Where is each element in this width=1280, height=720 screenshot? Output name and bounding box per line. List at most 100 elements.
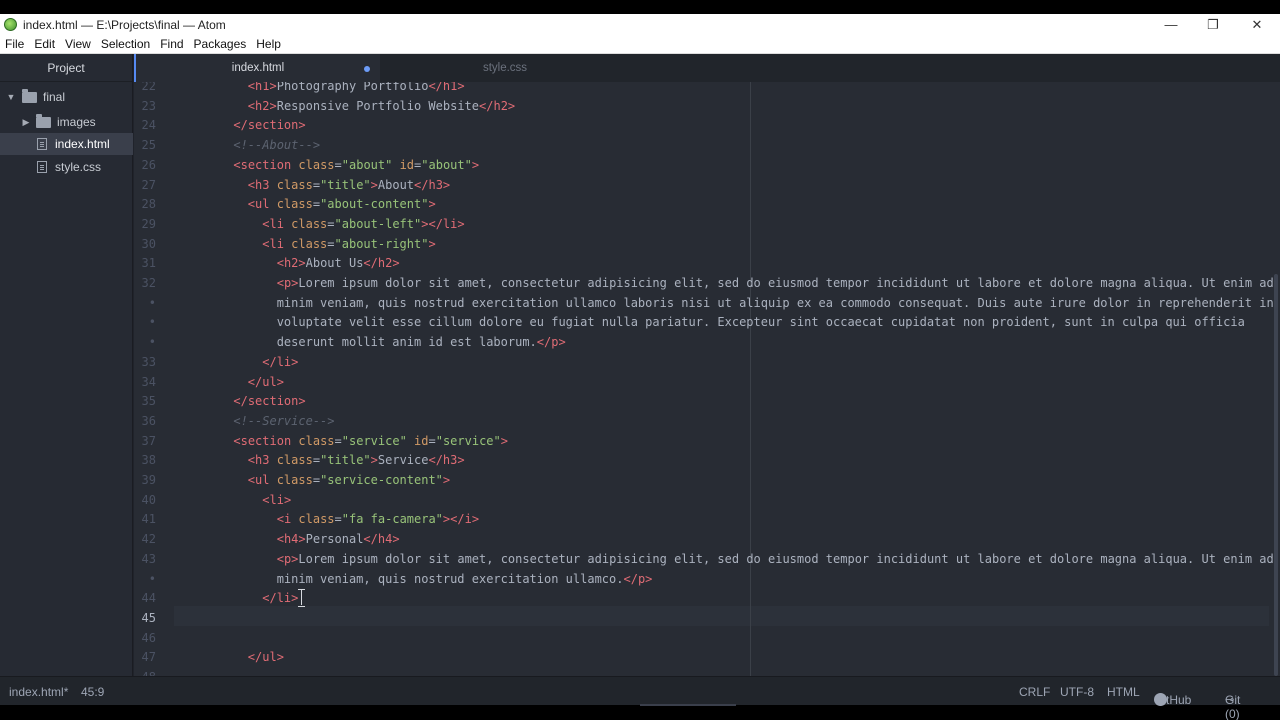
code-line[interactable]: <li> (190, 490, 291, 510)
code-line[interactable]: <!--About--> (190, 135, 320, 155)
modified-indicator-icon[interactable] (364, 66, 370, 72)
status-grammar[interactable]: HTML (1107, 685, 1140, 699)
code-line[interactable]: <section class="about" id="about"> (190, 155, 479, 175)
code-line[interactable]: <!--Service--> (190, 411, 334, 431)
restore-button[interactable]: ❐ (1191, 14, 1235, 35)
code-token: "about" (421, 157, 472, 172)
code-line[interactable]: </ul> (190, 647, 284, 667)
line-number[interactable]: 30 (134, 237, 156, 251)
tree-item-images[interactable]: ▶ images (0, 111, 133, 133)
code-line[interactable]: </section> (190, 115, 305, 135)
line-number[interactable]: 29 (134, 217, 156, 231)
tab-style-css[interactable]: style.css (382, 54, 628, 82)
code-line[interactable]: <i class="fa fa-camera"></i> (190, 509, 479, 529)
code-token: h3 (255, 177, 270, 192)
line-number[interactable]: 41 (134, 512, 156, 526)
line-number[interactable]: 33 (134, 355, 156, 369)
code-line[interactable]: <h4>Personal</h4> (190, 529, 400, 549)
code-line[interactable]: <section class="service" id="service"> (190, 431, 508, 451)
line-number[interactable]: 40 (134, 493, 156, 507)
line-number[interactable]: 44 (134, 591, 156, 605)
code-line[interactable]: <h3 class="title">About</h3> (190, 175, 450, 195)
menu-find[interactable]: Find (155, 37, 188, 51)
code-line[interactable]: <h1>Photography Portfolio</h1> (190, 82, 465, 96)
code-line[interactable]: <li class="about-right"> (190, 234, 436, 254)
code-line[interactable]: </ul> (190, 372, 284, 392)
line-number[interactable]: 27 (134, 178, 156, 192)
status-github-label: GitHub (1154, 693, 1192, 707)
line-number[interactable]: 46 (134, 631, 156, 645)
code-line[interactable]: <ul class="about-content"> (190, 194, 436, 214)
tab-index-html[interactable]: index.html (134, 54, 380, 82)
line-number[interactable]: 25 (134, 138, 156, 152)
menu-file[interactable]: File (0, 37, 29, 51)
status-cursor-position[interactable]: 45:9 (81, 685, 104, 699)
code-line[interactable]: minim veniam, quis nostrud exercitation … (190, 293, 1274, 313)
code-token: > (276, 650, 284, 665)
code-line[interactable]: </li> (190, 588, 298, 608)
menu-edit[interactable]: Edit (29, 37, 60, 51)
line-number[interactable]: 45 (134, 611, 156, 625)
line-number[interactable]: 47 (134, 650, 156, 664)
code-line[interactable]: <h2>About Us</h2> (190, 253, 400, 273)
tree-item-index-html[interactable]: index.html (0, 133, 133, 155)
code-token: class (269, 197, 313, 212)
code-token: minim veniam, quis nostrud exercitation … (190, 571, 624, 586)
code-line[interactable]: <h3 class="title">Service</h3> (190, 450, 465, 470)
line-number[interactable]: 24 (134, 118, 156, 132)
code-token: Lorem ipsum dolor sit amet, consectetur … (298, 276, 1274, 290)
code-line[interactable]: <li class="about-left"></li> (190, 214, 464, 234)
line-number[interactable]: 36 (134, 414, 156, 428)
code-line[interactable]: <h2>Responsive Portfolio Website</h2> (190, 96, 515, 116)
line-number[interactable]: 39 (134, 473, 156, 487)
close-window-button[interactable]: ✕ (1235, 14, 1279, 35)
code-line[interactable]: <p>Lorem ipsum dolor sit amet, consectet… (190, 273, 1274, 293)
code-token: Personal (305, 532, 364, 547)
code-token: ul (255, 473, 270, 487)
code-token: i (464, 512, 472, 527)
line-number-gutter[interactable]: 22 23 24 25 26 27 28 29 30 31 32 • • • 33 34 35 36 37 38 39 4… (134, 82, 174, 676)
line-number[interactable]: 22 (134, 82, 156, 93)
code-line[interactable]: </section> (190, 391, 305, 411)
line-number[interactable]: 37 (134, 434, 156, 448)
code-line[interactable]: <ul class="service-content"> (190, 470, 450, 490)
tree-item-final[interactable]: ▼ final (0, 86, 133, 108)
tree-header[interactable]: Project (0, 54, 132, 82)
line-number[interactable]: • (134, 572, 156, 586)
code-line[interactable]: voluptate velit esse cillum dolore eu fu… (190, 312, 1245, 332)
vertical-scrollbar[interactable] (1274, 274, 1278, 676)
line-number[interactable]: 32 (134, 276, 156, 290)
line-number[interactable]: 31 (134, 256, 156, 270)
code-token: minim veniam, quis nostrud exercitation … (190, 295, 1274, 310)
menu-packages[interactable]: Packages (189, 37, 252, 51)
line-number[interactable]: 42 (134, 532, 156, 546)
code-line[interactable]: deserunt mollit anim id est laborum.</p> (190, 332, 566, 352)
line-number[interactable]: • (134, 335, 156, 349)
line-number[interactable]: 28 (134, 197, 156, 211)
line-number[interactable]: 35 (134, 394, 156, 408)
menu-help[interactable]: Help (251, 37, 286, 51)
code-line[interactable]: <p>Lorem ipsum dolor sit amet, consectet… (190, 549, 1274, 569)
line-number[interactable]: 34 (134, 375, 156, 389)
line-number[interactable]: 43 (134, 552, 156, 566)
code-line[interactable]: minim veniam, quis nostrud exercitation … (190, 569, 653, 589)
line-number[interactable]: • (134, 315, 156, 329)
code-line[interactable]: </li> (190, 352, 298, 372)
line-number[interactable]: 23 (134, 99, 156, 113)
menu-view[interactable]: View (60, 37, 96, 51)
code-token: </ (363, 256, 378, 271)
tab-label: index.html (231, 62, 285, 74)
menu-selection[interactable]: Selection (96, 37, 155, 51)
line-number[interactable]: 38 (134, 453, 156, 467)
code-editor[interactable]: 22 23 24 25 26 27 28 29 30 31 32 • • • 33 34 35 36 37 38 39 4… (134, 82, 1280, 676)
status-line-ending[interactable]: CRLF (1019, 685, 1050, 699)
line-number[interactable]: • (134, 296, 156, 310)
code-token: > (428, 236, 436, 251)
tree-item-style-css[interactable]: style.css (0, 156, 133, 178)
status-file-name[interactable]: index.html* (9, 685, 68, 699)
status-encoding[interactable]: UTF-8 (1060, 685, 1094, 699)
minimize-button[interactable]: — (1149, 14, 1193, 35)
line-number[interactable]: 26 (134, 158, 156, 172)
